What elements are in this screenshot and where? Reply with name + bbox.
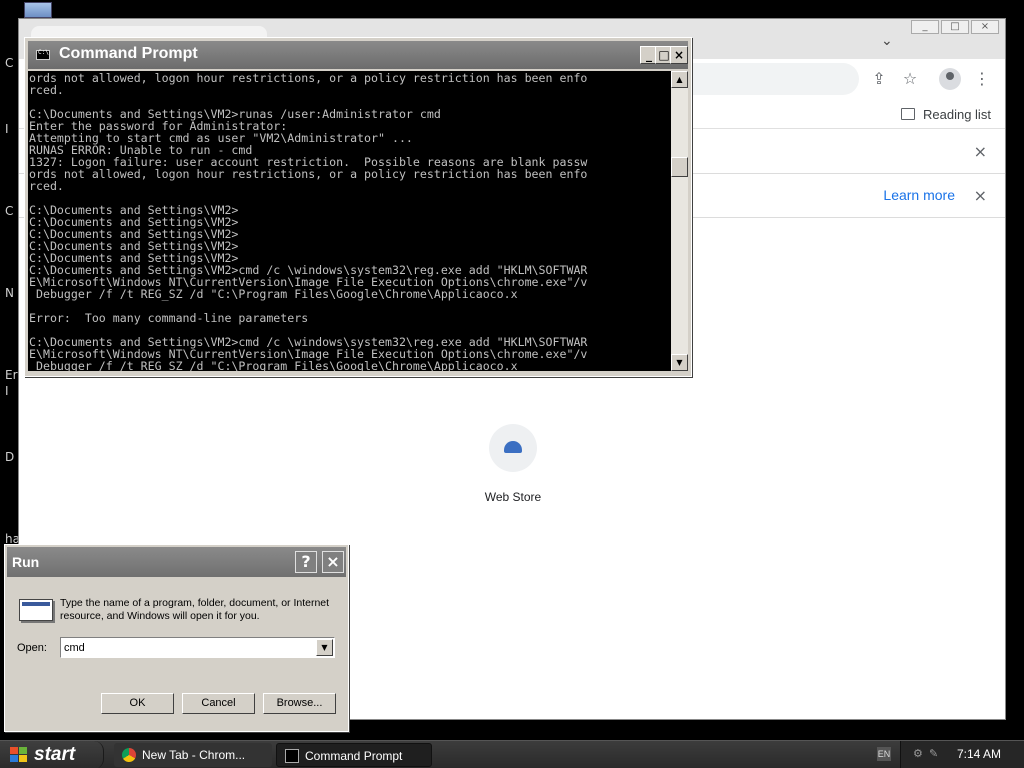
- infobar-close-icon[interactable]: ×: [974, 142, 987, 161]
- console-line: ords not allowed, logon hour restriction…: [29, 71, 588, 85]
- cmd-app-icon[interactable]: [36, 49, 50, 60]
- console-line: Debugger /f /t REG_SZ /d "C:\Program Fil…: [29, 359, 518, 371]
- reading-list-label: Reading list: [923, 106, 991, 122]
- infobar-close-icon[interactable]: ×: [974, 186, 987, 205]
- scroll-thumb[interactable]: [671, 157, 688, 177]
- console-line: ords not allowed, logon hour restriction…: [29, 167, 588, 181]
- web-store-icon: [489, 424, 537, 472]
- taskbar-item-command-prompt[interactable]: Command Prompt: [276, 743, 432, 767]
- run-program-icon: [19, 599, 53, 621]
- help-button[interactable]: ?: [295, 551, 317, 573]
- desktop-app-icon[interactable]: [24, 2, 52, 18]
- desktop-icon-label[interactable]: I: [5, 384, 9, 398]
- chrome-minimize-button[interactable]: _: [911, 20, 939, 34]
- desktop-icon-label[interactable]: D: [5, 450, 14, 464]
- chrome-icon: [122, 748, 136, 762]
- console-line: rced.: [29, 179, 64, 193]
- desktop-icon-label[interactable]: I: [5, 122, 9, 136]
- console-output[interactable]: ords not allowed, logon hour restriction…: [28, 71, 671, 371]
- taskbar-item-label: Command Prompt: [305, 749, 403, 763]
- volume-icon[interactable]: ✎: [929, 748, 941, 760]
- desktop-icon-label[interactable]: C: [5, 204, 13, 218]
- dropdown-arrow-icon[interactable]: ▼: [316, 639, 333, 656]
- run-close-button[interactable]: ×: [322, 551, 344, 573]
- scroll-down-arrow-icon[interactable]: ▼: [671, 354, 688, 371]
- console-line: Debugger /f /t REG_SZ /d "C:\Program Fil…: [29, 287, 518, 301]
- taskbar-item-chrome[interactable]: New Tab - Chrom...: [114, 743, 272, 767]
- open-combobox[interactable]: ▼: [60, 637, 335, 658]
- cmd-close-button[interactable]: ×: [670, 46, 688, 64]
- system-tray: EN ⚙ ✎ 7:14 AM: [877, 741, 1024, 768]
- profile-avatar-icon[interactable]: [939, 68, 961, 90]
- console-line: rced.: [29, 83, 64, 97]
- chrome-close-button[interactable]: ×: [971, 20, 999, 34]
- cmd-titlebar[interactable]: Command Prompt _ □ ×: [28, 41, 688, 69]
- cmd-scrollbar[interactable]: ▲ ▼: [671, 71, 688, 371]
- run-title: Run: [12, 554, 40, 570]
- run-titlebar[interactable]: Run ? ×: [7, 547, 346, 577]
- reading-list-button[interactable]: Reading list: [901, 103, 991, 125]
- shortcut-label: Web Store: [484, 490, 542, 504]
- scroll-up-arrow-icon[interactable]: ▲: [671, 71, 688, 88]
- bookmark-star-icon[interactable]: ☆: [900, 69, 920, 89]
- windows-logo-icon: [10, 747, 28, 763]
- taskbar-item-label: New Tab - Chrom...: [142, 748, 246, 762]
- shortcut-web-store[interactable]: Web Store: [481, 424, 545, 504]
- open-label: Open:: [17, 642, 47, 654]
- cancel-button[interactable]: Cancel: [182, 693, 255, 714]
- run-dialog: Run ? × Type the name of a program, fold…: [4, 544, 349, 732]
- run-description: Type the name of a program, folder, docu…: [60, 597, 330, 622]
- cmd-icon: [285, 749, 299, 763]
- desktop-icon-label[interactable]: C: [5, 56, 13, 70]
- open-input[interactable]: [64, 640, 314, 655]
- desktop-icon-label[interactable]: N: [5, 286, 14, 300]
- desktop-icon-label[interactable]: Er: [5, 368, 18, 382]
- start-button[interactable]: start: [0, 741, 104, 768]
- ok-button[interactable]: OK: [101, 693, 174, 714]
- tab-search-chevron-icon[interactable]: ⌄: [881, 33, 893, 49]
- share-icon[interactable]: ⇪: [869, 69, 889, 89]
- menu-kebab-icon[interactable]: ⋮: [972, 69, 992, 89]
- language-indicator[interactable]: EN: [877, 747, 891, 761]
- browse-button[interactable]: Browse...: [263, 693, 336, 714]
- console-line: Error: Too many command-line parameters: [29, 311, 309, 325]
- network-icon[interactable]: ⚙: [913, 748, 925, 760]
- cmd-title: Command Prompt: [59, 45, 198, 62]
- command-prompt-window: Command Prompt _ □ × ords not allowed, l…: [24, 37, 692, 377]
- learn-more-link[interactable]: Learn more: [883, 187, 955, 203]
- chrome-maximize-button[interactable]: □: [941, 20, 969, 34]
- taskbar: start New Tab - Chrom... Command Prompt …: [0, 740, 1024, 768]
- reading-list-icon: [901, 108, 915, 120]
- clock[interactable]: 7:14 AM: [957, 747, 1001, 761]
- start-label: start: [34, 744, 76, 765]
